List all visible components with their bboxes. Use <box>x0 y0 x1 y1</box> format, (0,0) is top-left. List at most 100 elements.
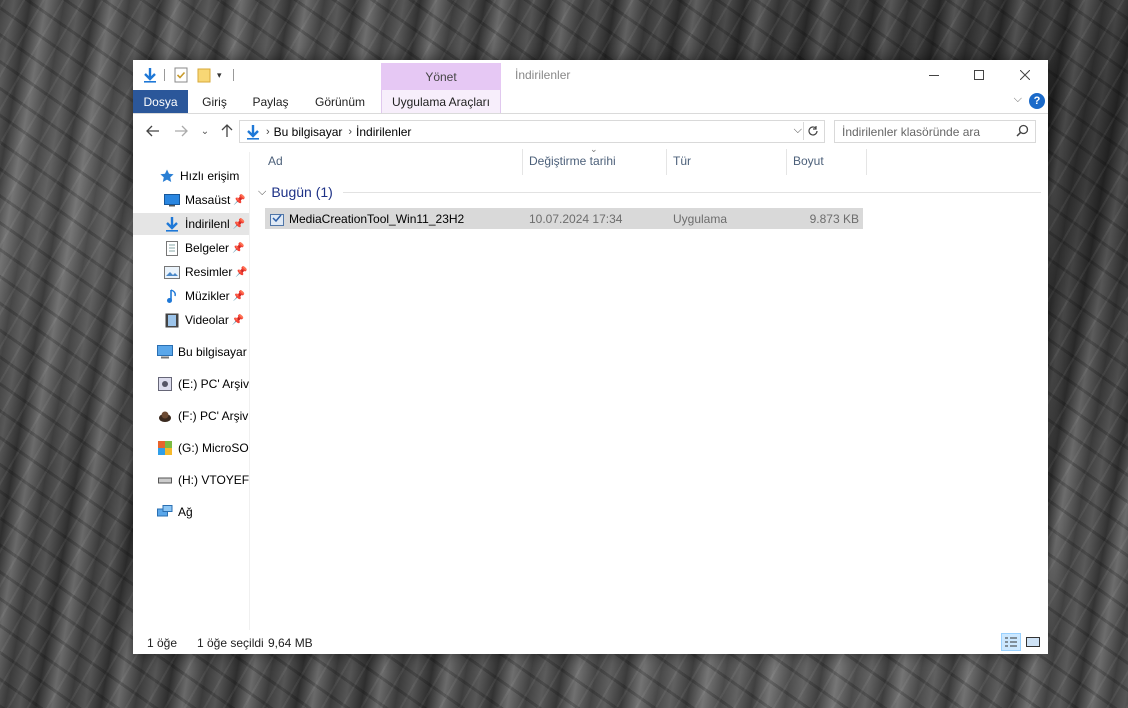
computer-icon <box>157 344 173 360</box>
sidebar-item-label: Ağ <box>178 505 193 519</box>
drive-g-icon <box>157 440 173 456</box>
sidebar-item-label: İndirilenl <box>185 217 230 231</box>
table-row[interactable]: MediaCreationTool_Win11_23H2 10.07.2024 … <box>265 208 863 229</box>
up-arrow-icon <box>221 124 233 137</box>
drive-e-icon <box>157 376 173 392</box>
sidebar-item-label: Bu bilgisayar <box>178 345 247 359</box>
pin-icon: 📌 <box>232 290 246 302</box>
sidebar-item-desktop[interactable]: Masaüst 📌 <box>164 189 246 211</box>
customize-toolbar-chevron-icon[interactable]: ▾ <box>217 66 222 84</box>
sidebar-item-drive-f[interactable]: (F:) PC' Arşivi <box>157 405 249 427</box>
column-divider[interactable] <box>866 149 867 175</box>
sidebar-item-label: Resimler <box>185 265 233 279</box>
close-button[interactable] <box>1002 60 1048 90</box>
close-icon <box>1020 70 1030 80</box>
breadcrumb-this-pc[interactable]: Bu bilgisayar <box>274 125 343 139</box>
group-header-today[interactable]: ⌵ Bugün (1) <box>258 184 333 200</box>
column-header-name[interactable]: Ad <box>268 149 283 173</box>
network-icon <box>157 504 173 520</box>
breadcrumb-chevron-icon[interactable]: › <box>266 126 270 138</box>
minimize-icon <box>929 75 939 76</box>
refresh-button[interactable] <box>803 122 822 140</box>
pin-icon: 📌 <box>231 314 245 326</box>
column-divider[interactable] <box>666 149 667 175</box>
sidebar-item-documents[interactable]: Belgeler 📌 <box>164 237 244 259</box>
status-bar: 1 öğe 1 öğe seçildi 9,64 MB <box>133 630 1048 654</box>
sidebar-item-label: (G:) MicroSO <box>178 441 249 455</box>
usb-drive-icon <box>157 472 173 488</box>
toolbar-separator <box>233 69 234 81</box>
sidebar-item-pictures[interactable]: Resimler 📌 <box>164 261 248 283</box>
sidebar-item-label: (E:) PC' Arşivi <box>178 377 249 391</box>
back-button[interactable] <box>143 121 163 141</box>
column-divider[interactable] <box>522 149 523 175</box>
file-type: Uygulama <box>673 211 728 226</box>
forward-button[interactable] <box>171 121 191 141</box>
ribbon-tab-bar: Dosya Giriş Paylaş Görünüm Uygulama Araç… <box>133 90 1048 114</box>
desktop-icon <box>164 192 180 208</box>
pin-icon: 📌 <box>235 266 248 278</box>
star-icon <box>159 168 175 184</box>
sidebar-item-downloads[interactable]: İndirilenl 📌 <box>133 213 249 235</box>
pin-icon: 📌 <box>233 194 246 206</box>
sidebar-item-videos[interactable]: Videolar 📌 <box>164 309 244 331</box>
sidebar-item-label: (F:) PC' Arşivi <box>178 409 249 423</box>
address-bar[interactable]: › Bu bilgisayar › İndirilenler ⌵ <box>239 120 825 143</box>
group-label: Bugün (1) <box>271 184 333 200</box>
title-bar: ▾ Yönet İndirilenler <box>133 60 1048 90</box>
document-icon <box>164 240 180 256</box>
sidebar-item-drive-e[interactable]: (E:) PC' Arşivi <box>157 373 249 395</box>
tab-dosya[interactable]: Dosya <box>133 90 188 113</box>
expand-ribbon-chevron-icon[interactable]: ⌵ <box>1014 93 1022 106</box>
sidebar-item-label: Belgeler <box>185 241 230 255</box>
pane-divider[interactable] <box>249 152 250 630</box>
new-folder-icon[interactable] <box>197 66 211 84</box>
sidebar-item-music[interactable]: Müzikler 📌 <box>164 285 245 307</box>
large-icons-view-icon <box>1026 637 1040 647</box>
help-icon[interactable]: ? <box>1029 93 1045 109</box>
refresh-icon <box>808 126 818 136</box>
tab-paylas[interactable]: Paylaş <box>243 90 298 113</box>
column-header-type[interactable]: Tür <box>673 149 691 173</box>
search-box[interactable] <box>834 120 1036 143</box>
file-size: 9.873 KB <box>809 211 859 226</box>
film-icon <box>164 312 180 328</box>
sidebar-item-label: Müzikler <box>185 289 230 303</box>
tab-gorunum[interactable]: Görünüm <box>305 90 375 113</box>
tab-giris[interactable]: Giriş <box>192 90 237 113</box>
sidebar-item-network[interactable]: Ağ <box>157 501 193 523</box>
navigation-pane: Hızlı erişim Masaüst 📌 İndirilenl 📌 Belg… <box>133 152 249 630</box>
tab-uygulama-araclari[interactable]: Uygulama Araçları <box>381 90 501 113</box>
sidebar-item-drive-g[interactable]: (G:) MicroSO <box>157 437 249 459</box>
sidebar-item-this-pc[interactable]: Bu bilgisayar <box>157 341 247 363</box>
sidebar-item-label: Videolar <box>185 313 229 327</box>
context-tab-header: Yönet <box>381 63 501 90</box>
search-icon[interactable] <box>1016 124 1029 140</box>
address-dropdown-icon[interactable]: ⌵ <box>794 124 802 137</box>
column-header-date[interactable]: Değiştirme tarihi <box>529 149 616 173</box>
details-view-button[interactable] <box>1001 633 1021 651</box>
minimize-button[interactable] <box>911 60 957 90</box>
file-explorer-window: ▾ Yönet İndirilenler Dosya Giriş Paylaş … <box>133 60 1048 654</box>
maximize-button[interactable] <box>956 60 1002 90</box>
search-input[interactable] <box>840 123 1014 140</box>
column-header-size[interactable]: Boyut <box>793 149 824 173</box>
recent-locations-chevron-icon[interactable]: ⌄ <box>199 121 211 141</box>
app-file-icon <box>270 208 284 229</box>
group-divider <box>343 192 1041 193</box>
breadcrumb-downloads[interactable]: İndirilenler <box>356 125 411 139</box>
sidebar-item-drive-h[interactable]: (H:) VTOYEFI <box>157 469 249 491</box>
forward-arrow-icon <box>175 125 188 137</box>
quick-access-download-icon[interactable] <box>143 66 157 84</box>
column-divider[interactable] <box>786 149 787 175</box>
pictures-icon <box>164 264 180 280</box>
selection-size: 9,64 MB <box>268 636 313 650</box>
up-button[interactable] <box>217 121 237 141</box>
breadcrumb-chevron-icon[interactable]: › <box>348 126 352 138</box>
properties-icon[interactable] <box>174 66 188 84</box>
collapse-chevron-icon[interactable]: ⌵ <box>258 186 266 199</box>
file-modified: 10.07.2024 17:34 <box>529 211 623 226</box>
large-icons-view-button[interactable] <box>1023 633 1043 651</box>
sidebar-item-quick-access[interactable]: Hızlı erişim <box>159 165 239 187</box>
music-note-icon <box>164 288 180 304</box>
